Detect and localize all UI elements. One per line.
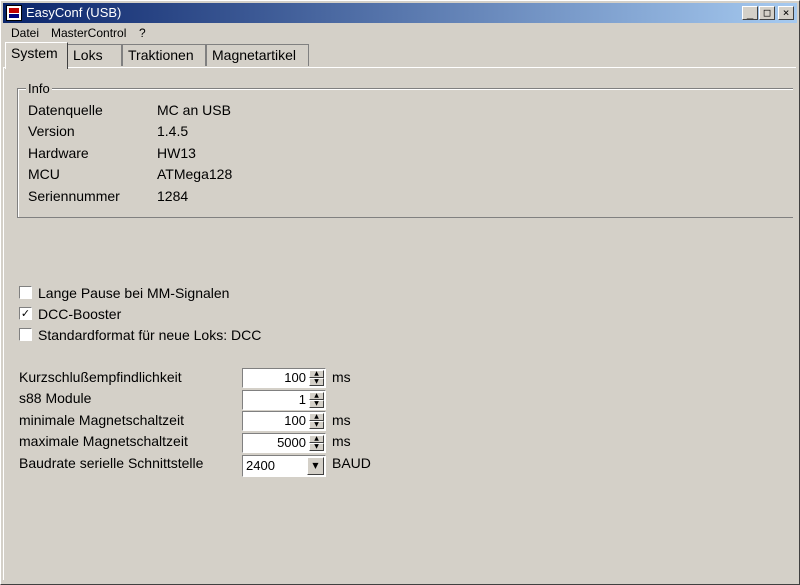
unit-min-magnetschaltzeit: ms	[332, 412, 351, 428]
app-icon[interactable]	[6, 5, 22, 21]
info-value-version: 1.4.5	[157, 123, 189, 139]
checkbox-dcc-booster-label[interactable]: DCC-Booster	[38, 306, 121, 322]
info-value-hardware: HW13	[157, 145, 196, 161]
menu-help[interactable]: ?	[139, 26, 146, 40]
info-groupbox	[17, 88, 793, 218]
checkbox-lange-pause-label[interactable]: Lange Pause bei MM-Signalen	[38, 285, 229, 301]
info-label-mcu: MCU	[28, 166, 60, 182]
checkbox-dcc-booster[interactable]: ✓	[19, 307, 32, 320]
checkbox-lange-pause[interactable]	[19, 286, 32, 299]
info-label-hardware: Hardware	[28, 145, 89, 161]
label-s88: s88 Module	[19, 390, 92, 406]
label-max-magnetschaltzeit: maximale Magnetschaltzeit	[19, 433, 188, 449]
unit-kurzschluss: ms	[332, 369, 351, 385]
maximize-button[interactable]: □	[759, 6, 775, 20]
spin-down-icon[interactable]: ▼	[309, 443, 324, 451]
unit-baudrate: BAUD	[332, 455, 371, 471]
spinner-min-value[interactable]: 100	[284, 413, 306, 428]
spinner-max-value[interactable]: 5000	[277, 435, 306, 450]
spin-down-icon[interactable]: ▼	[309, 378, 324, 386]
info-value-seriennummer: 1284	[157, 188, 189, 204]
info-value-datenquelle: MC an USB	[157, 102, 231, 118]
spinner-kurzschluss[interactable]: 100 ▲ ▼	[242, 368, 326, 388]
spinner-min-magnetschaltzeit[interactable]: 100 ▲ ▼	[242, 411, 326, 431]
baudrate-value[interactable]: 2400	[246, 458, 275, 473]
spin-up-icon[interactable]: ▲	[309, 413, 324, 421]
label-baudrate: Baudrate serielle Schnittstelle	[19, 455, 204, 471]
spin-up-icon[interactable]: ▲	[309, 435, 324, 443]
tab-system[interactable]: System	[5, 42, 68, 69]
spinner-kurzschluss-value[interactable]: 100	[284, 370, 306, 385]
title-bar[interactable]: EasyConf (USB) _ □ ×	[3, 3, 797, 23]
checkbox-standardformat-label[interactable]: Standardformat für neue Loks: DCC	[38, 327, 261, 343]
spin-down-icon[interactable]: ▼	[309, 421, 324, 429]
spin-up-icon[interactable]: ▲	[309, 370, 324, 378]
unit-max-magnetschaltzeit: ms	[332, 433, 351, 449]
minimize-button[interactable]: _	[742, 6, 758, 20]
spin-down-icon[interactable]: ▼	[309, 400, 324, 408]
baudrate-select[interactable]: 2400 ▼	[242, 455, 326, 477]
info-value-mcu: ATMega128	[157, 166, 233, 182]
spin-up-icon[interactable]: ▲	[309, 392, 324, 400]
tab-loks[interactable]: Loks	[67, 44, 122, 66]
menu-bar: Datei MasterControl ?	[3, 24, 797, 42]
spinner-s88[interactable]: 1 ▲ ▼	[242, 390, 326, 410]
close-button[interactable]: ×	[778, 6, 794, 20]
label-min-magnetschaltzeit: minimale Magnetschaltzeit	[19, 412, 184, 428]
dropdown-arrow-icon[interactable]: ▼	[307, 457, 324, 475]
checkbox-standardformat[interactable]	[19, 328, 32, 341]
info-label-version: Version	[28, 123, 75, 139]
spinner-max-magnetschaltzeit[interactable]: 5000 ▲ ▼	[242, 433, 326, 453]
label-kurzschluss: Kurzschlußempfindlichkeit	[19, 369, 182, 385]
window-title: EasyConf (USB)	[26, 5, 122, 20]
info-label-datenquelle: Datenquelle	[28, 102, 103, 118]
menu-datei[interactable]: Datei	[11, 26, 39, 40]
spinner-s88-value[interactable]: 1	[299, 392, 306, 407]
tab-traktionen[interactable]: Traktionen	[122, 44, 206, 66]
menu-mastercontrol[interactable]: MasterControl	[51, 26, 126, 40]
info-legend: Info	[26, 81, 52, 96]
tab-magnetartikel[interactable]: Magnetartikel	[206, 44, 309, 66]
info-label-seriennummer: Seriennummer	[28, 188, 120, 204]
